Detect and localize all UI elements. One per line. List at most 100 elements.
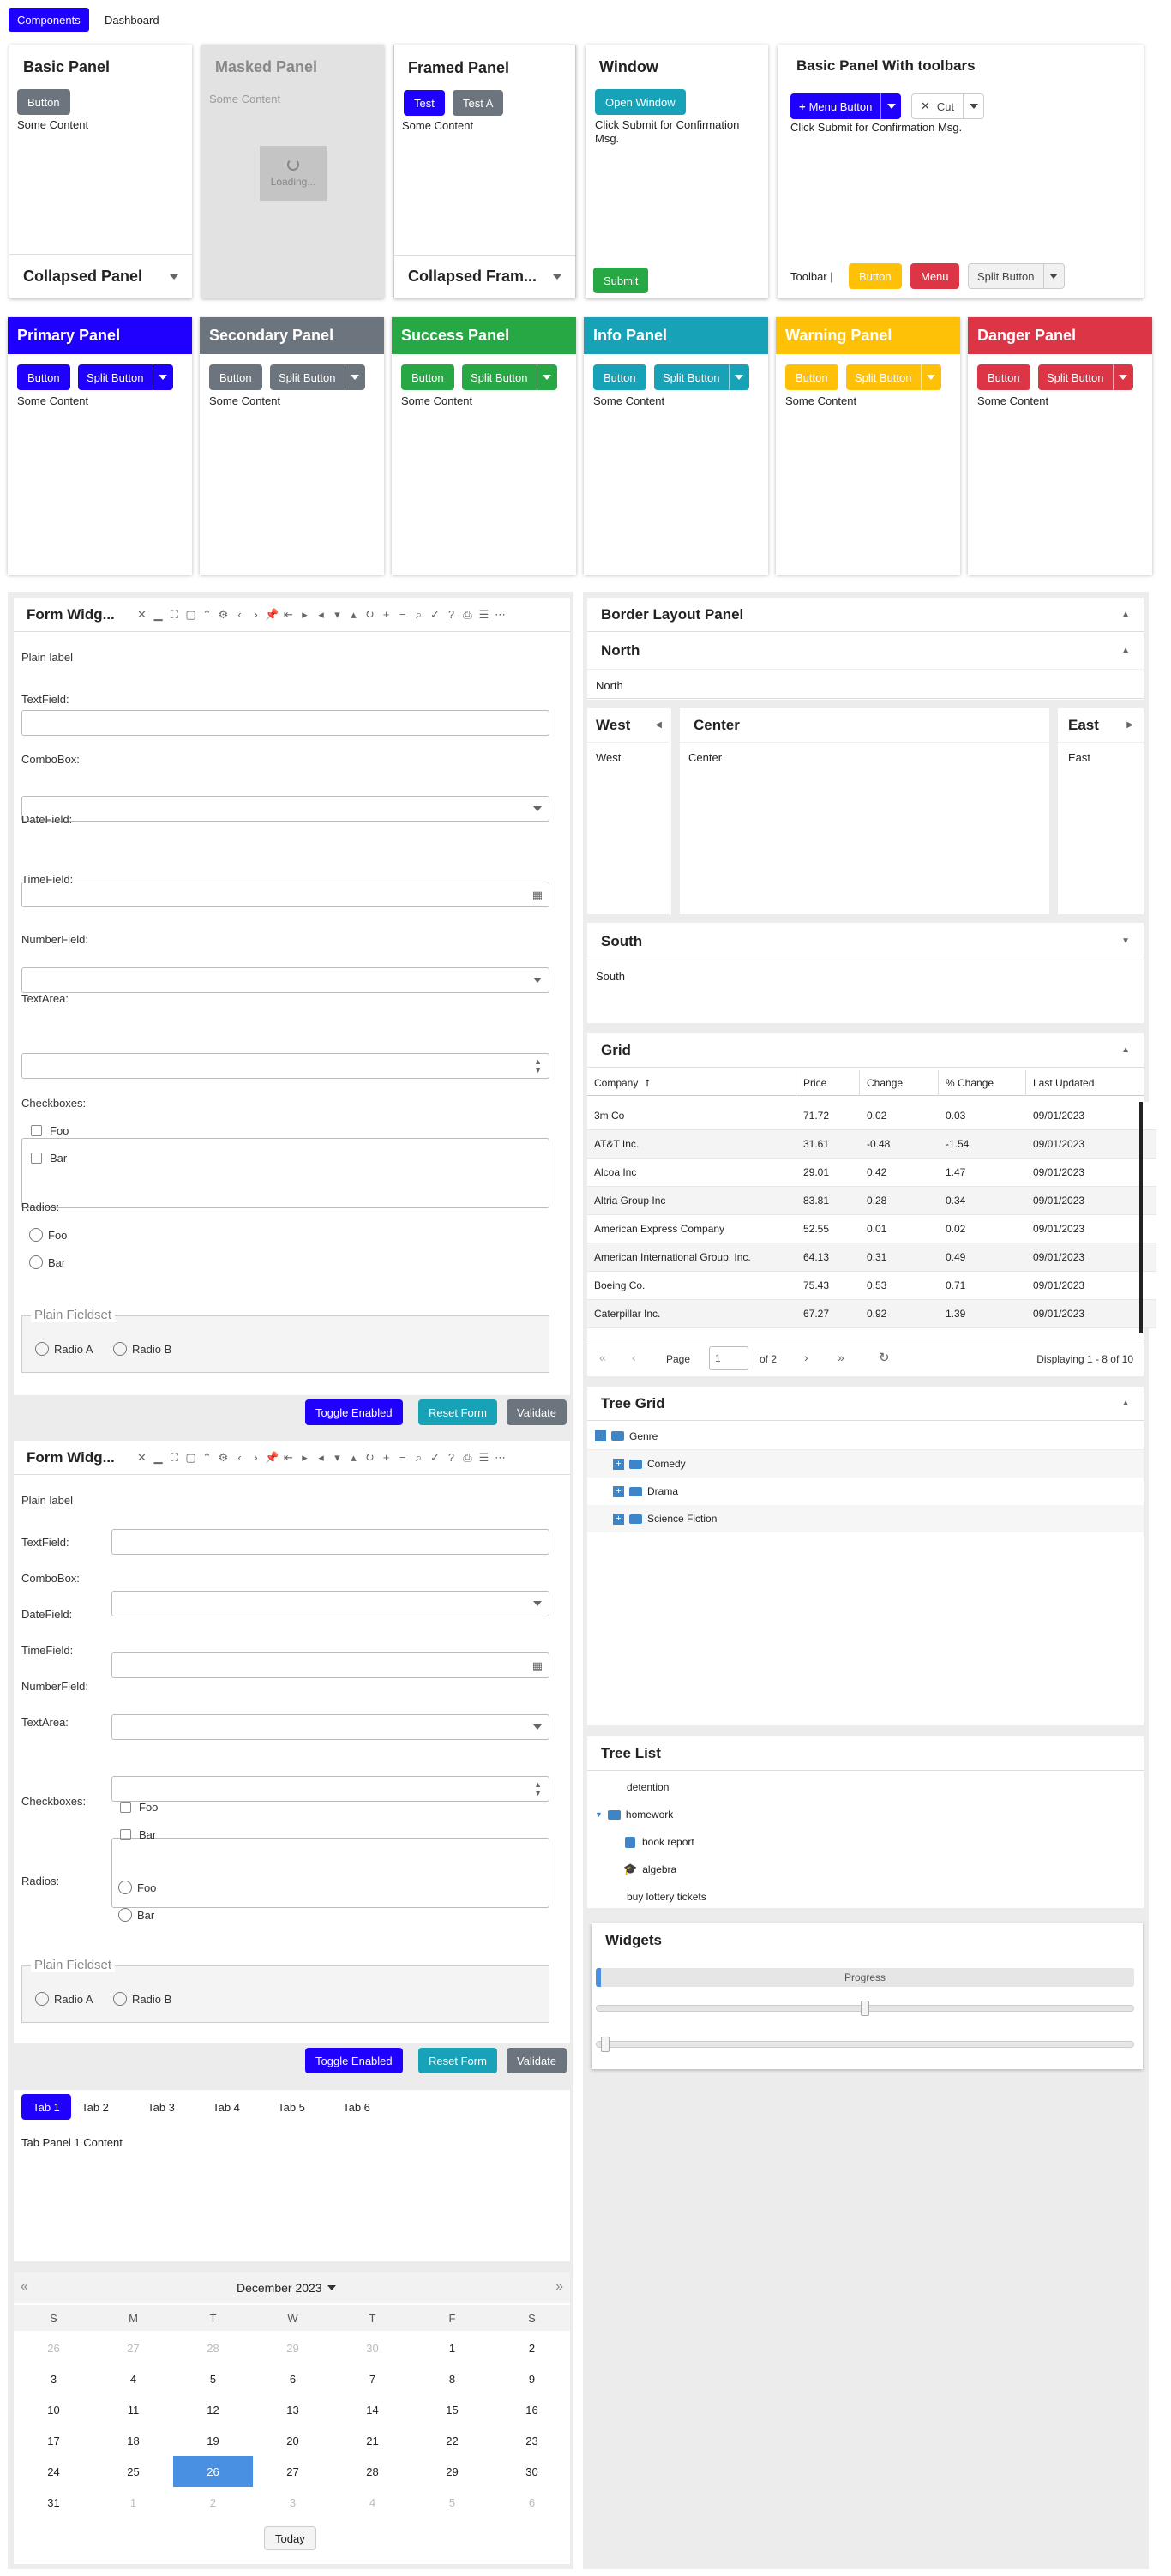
collapse-node-icon[interactable]: − <box>595 1430 606 1441</box>
split-arrow-icon[interactable] <box>152 364 173 390</box>
radio-a[interactable]: Radio A <box>35 1992 93 2006</box>
tree-row-science-fiction[interactable]: + Science Fiction <box>587 1505 1144 1532</box>
column-pct-change[interactable]: % Change <box>939 1070 1026 1096</box>
restore-icon[interactable]: ▢ <box>183 1450 198 1465</box>
test-a-button[interactable]: Test A <box>453 90 504 116</box>
split-arrow-icon[interactable] <box>536 364 557 390</box>
expand-icon[interactable] <box>170 274 178 280</box>
slider-thumb[interactable] <box>861 2001 869 2016</box>
column-price[interactable]: Price <box>796 1070 860 1096</box>
tab-1[interactable]: Tab 1 <box>21 2094 71 2120</box>
button[interactable]: Button <box>593 364 646 390</box>
calendar-icon[interactable]: ▦ <box>532 1659 543 1673</box>
textarea-input[interactable] <box>111 1838 549 1908</box>
split-button[interactable]: Split Button <box>1038 364 1133 390</box>
calendar-day[interactable]: 22 <box>412 2425 492 2456</box>
table-row[interactable]: Caterpillar Inc. 67.27 0.92 1.39 09/01/2023 <box>587 1300 1156 1328</box>
calendar-day[interactable]: 23 <box>492 2425 572 2456</box>
calendar-day[interactable]: 27 <box>93 2332 173 2363</box>
search-icon[interactable]: ⌕ <box>411 607 426 622</box>
maximize-icon[interactable]: ⛶ <box>167 607 182 622</box>
calendar-day[interactable]: 7 <box>333 2363 412 2394</box>
radio-circle[interactable] <box>113 1342 127 1356</box>
radio-circle[interactable] <box>29 1255 43 1269</box>
calendar-day[interactable]: 30 <box>333 2332 412 2363</box>
calendar-icon[interactable]: ▦ <box>532 888 543 902</box>
expand-node-icon[interactable]: + <box>613 1513 624 1525</box>
textfield-input[interactable] <box>111 1529 549 1555</box>
collapse-icon[interactable]: ▲ <box>1121 1045 1130 1055</box>
column-last-updated[interactable]: Last Updated <box>1026 1070 1144 1096</box>
calendar-day[interactable]: 26 <box>173 2456 253 2487</box>
collapse-icon[interactable]: ▲ <box>1121 1399 1130 1408</box>
refresh-icon[interactable]: ↻ <box>363 607 377 622</box>
page-input[interactable]: 1 <box>709 1346 748 1370</box>
radio-circle[interactable] <box>118 1908 132 1922</box>
print-icon[interactable]: ⎙ <box>460 607 475 622</box>
split-button[interactable]: Split Button <box>846 364 941 390</box>
calendar-day[interactable]: 30 <box>492 2456 572 2487</box>
prev-page-icon[interactable]: ‹ <box>632 1351 636 1364</box>
calendar-day[interactable]: 6 <box>253 2363 333 2394</box>
checkbox-foo[interactable]: Foo <box>120 1801 158 1814</box>
expand-icon[interactable]: ▼ <box>1121 936 1130 946</box>
calendar-day[interactable]: 29 <box>253 2332 333 2363</box>
checkbox-bar[interactable]: Bar <box>31 1152 67 1165</box>
spinner-arrows-icon[interactable]: ▲ ▼ <box>534 1780 542 1797</box>
collapse-icon[interactable]: ⌃ <box>200 607 214 622</box>
calendar-day[interactable]: 4 <box>93 2363 173 2394</box>
minimize-icon[interactable]: ▁ <box>151 1450 165 1465</box>
close-icon[interactable]: ✕ <box>135 607 149 622</box>
calendar-day[interactable]: 10 <box>14 2394 93 2425</box>
chevron-down-icon[interactable] <box>533 1724 542 1730</box>
components-tab[interactable]: Components <box>9 8 89 32</box>
calendar-day[interactable]: 31 <box>14 2487 93 2518</box>
left-icon[interactable]: ◂ <box>314 607 328 622</box>
radio-a[interactable]: Radio A <box>35 1342 93 1356</box>
help-icon[interactable]: ? <box>444 607 459 622</box>
today-button[interactable]: Today <box>264 2526 316 2550</box>
first-icon[interactable]: ⇤ <box>281 1450 296 1465</box>
minus-icon[interactable]: − <box>395 607 410 622</box>
tab-4[interactable]: Tab 4 <box>201 2094 251 2120</box>
numberfield-input[interactable]: ▲ ▼ <box>111 1776 549 1802</box>
list-icon[interactable]: ☰ <box>477 1450 491 1465</box>
combobox-input[interactable] <box>111 1591 549 1616</box>
toggle-enabled-button[interactable]: Toggle Enabled <box>305 1399 403 1425</box>
calendar-day[interactable]: 4 <box>333 2487 412 2518</box>
maximize-icon[interactable]: ⛶ <box>167 1450 182 1465</box>
toolbar-button[interactable]: Button <box>849 263 902 289</box>
split-button[interactable]: Split Button <box>78 364 173 390</box>
validate-button[interactable]: Validate <box>507 2048 567 2073</box>
calendar-day[interactable]: 16 <box>492 2394 572 2425</box>
radio-circle[interactable] <box>29 1228 43 1242</box>
checkbox-bar[interactable]: Bar <box>120 1828 156 1841</box>
tree-item-homework[interactable]: ▼ homework <box>595 1804 673 1825</box>
up-icon[interactable]: ▴ <box>346 607 361 622</box>
tab-2[interactable]: Tab 2 <box>70 2094 120 2120</box>
pin-icon[interactable]: 📌 <box>265 607 279 622</box>
calendar-day[interactable]: 3 <box>253 2487 333 2518</box>
table-row[interactable]: American Express Company 52.55 0.01 0.02 09/… <box>587 1215 1156 1243</box>
radio-b[interactable]: Radio B <box>113 1992 171 2006</box>
search-icon[interactable]: ⌕ <box>411 1450 426 1465</box>
tree-item-lottery[interactable]: buy lottery tickets <box>627 1887 706 1907</box>
chevron-down-icon[interactable] <box>533 806 542 811</box>
calendar-day[interactable]: 13 <box>253 2394 333 2425</box>
prev-icon[interactable]: ‹ <box>232 1450 247 1465</box>
calendar-day[interactable]: 14 <box>333 2394 412 2425</box>
calendar-day[interactable]: 12 <box>173 2394 253 2425</box>
table-row[interactable]: AT&T Inc. 31.61 -0.48 -1.54 09/01/2023 <box>587 1130 1156 1159</box>
more-icon[interactable]: ⋯ <box>493 607 507 622</box>
right-icon[interactable]: ▸ <box>297 1450 312 1465</box>
column-company[interactable]: Company ⭡ <box>587 1070 796 1096</box>
button[interactable]: Button <box>785 364 838 390</box>
calendar-day[interactable]: 26 <box>14 2332 93 2363</box>
reset-form-button[interactable]: Reset Form <box>418 2048 497 2073</box>
collapse-icon[interactable]: ▲ <box>1121 610 1130 619</box>
calendar-day[interactable]: 1 <box>412 2332 492 2363</box>
dashboard-tab[interactable]: Dashboard <box>96 8 168 32</box>
expand-node-icon[interactable]: + <box>613 1458 624 1470</box>
radio-bar[interactable]: Bar <box>29 1255 65 1269</box>
table-row[interactable]: American International Group, Inc. 64.13 0… <box>587 1243 1156 1272</box>
